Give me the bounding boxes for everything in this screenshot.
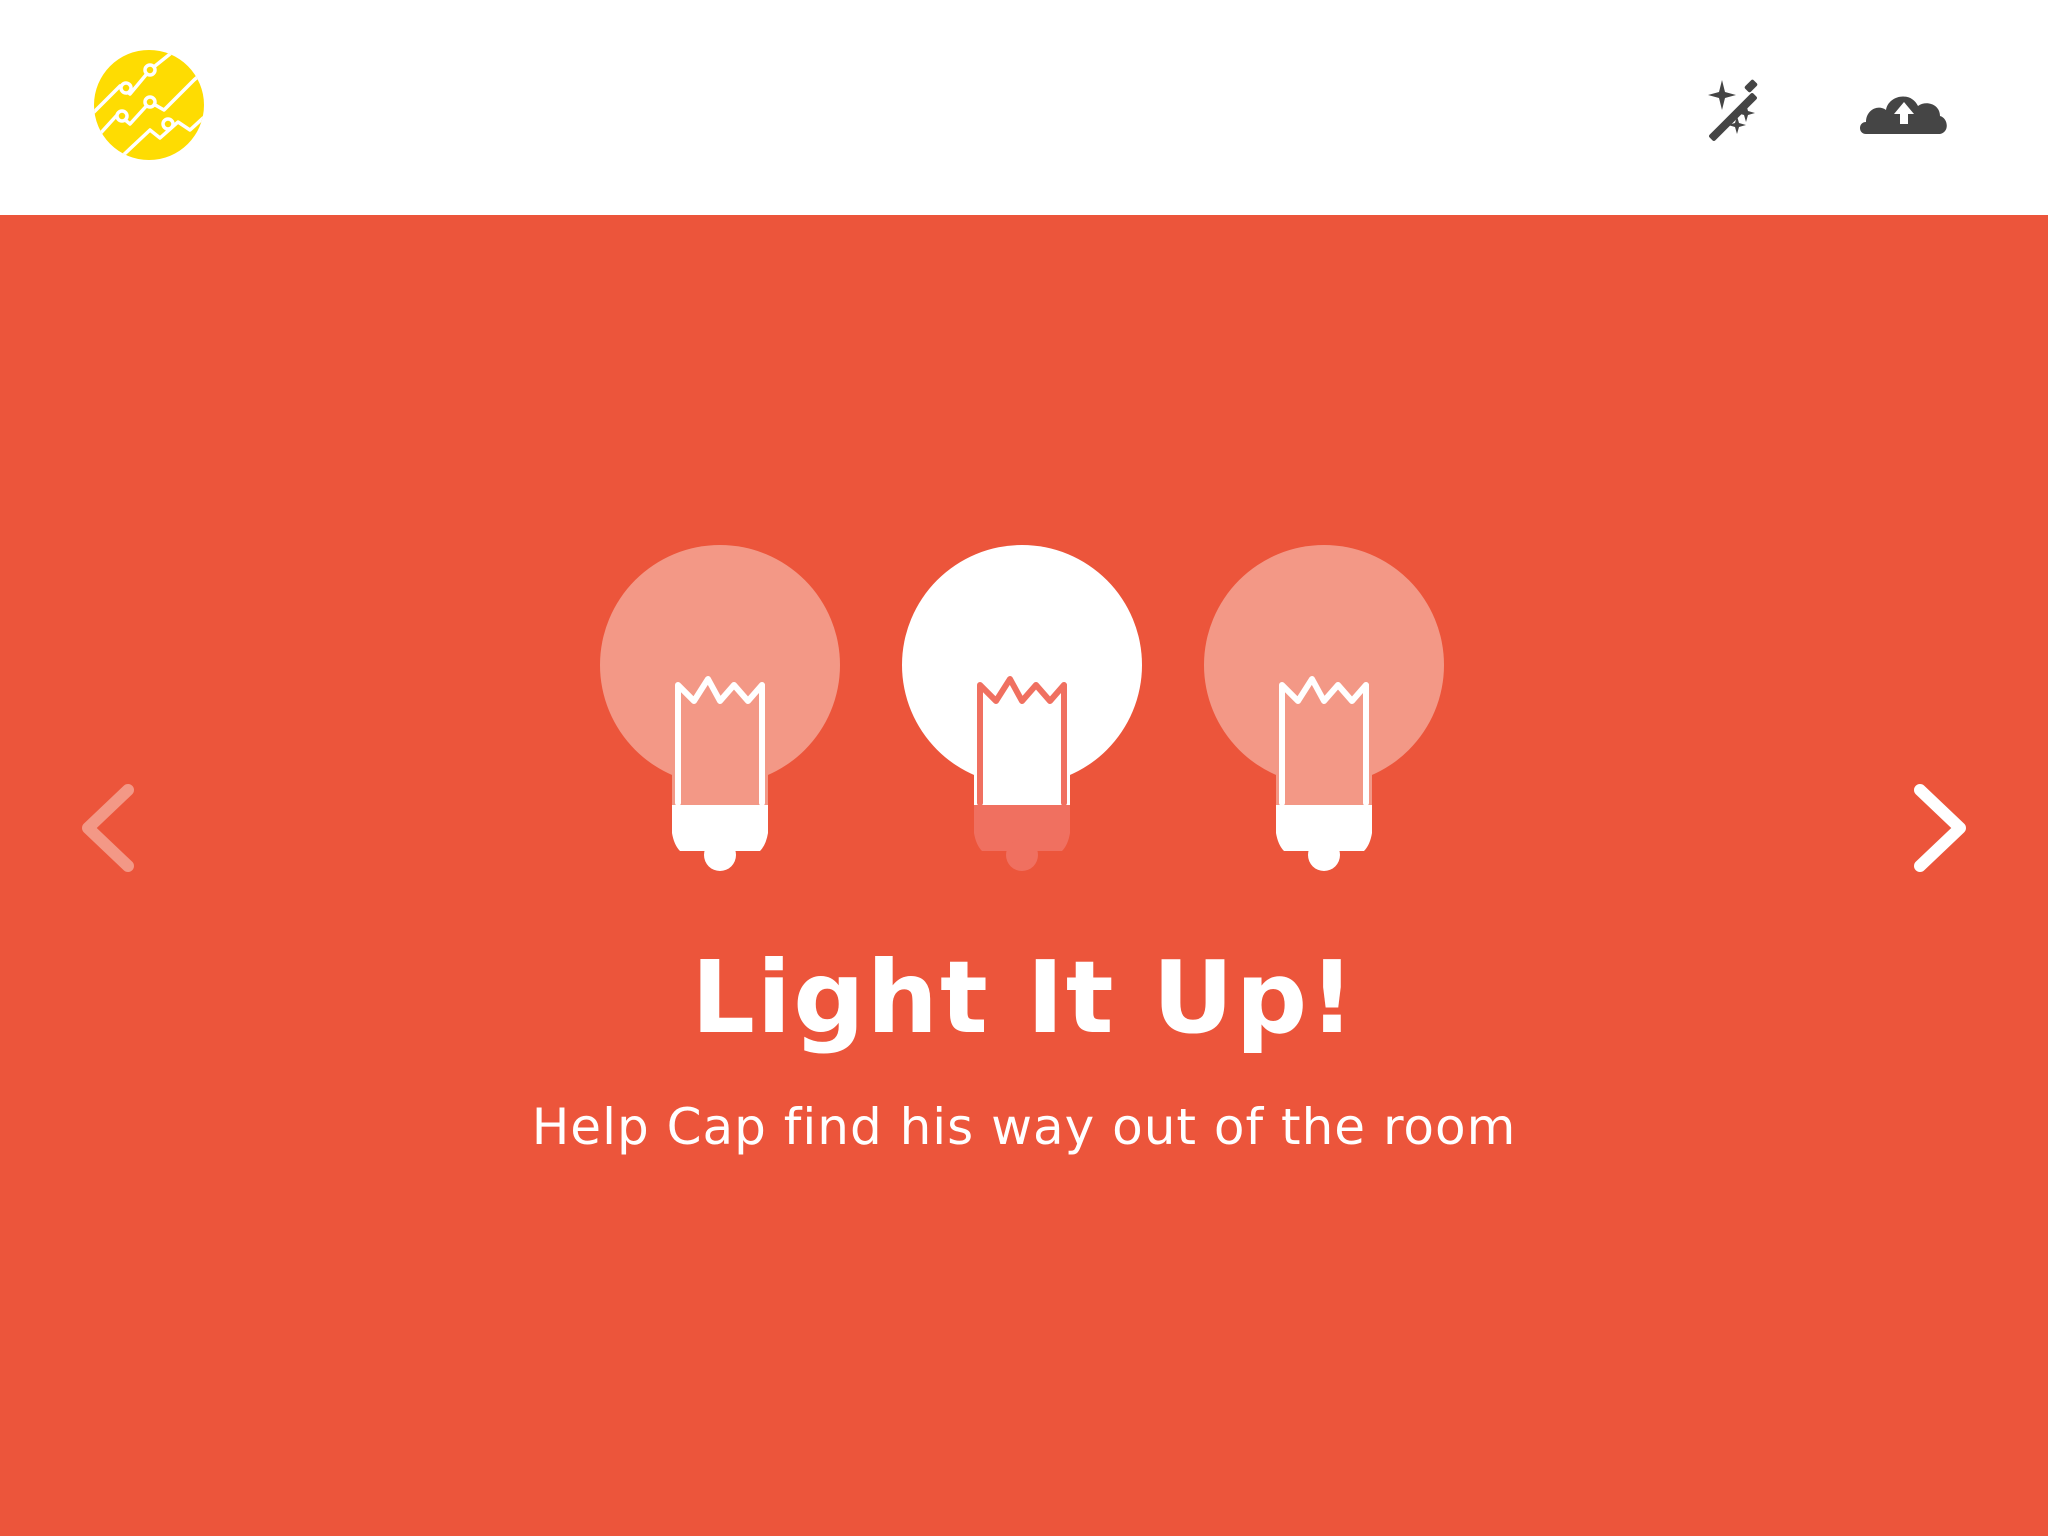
level-subtitle: Help Cap find his way out of the room (531, 1098, 1517, 1156)
light-bulb-off[interactable] (1194, 545, 1454, 885)
light-bulb-icon (600, 545, 840, 871)
top-bar (0, 0, 2048, 215)
cloud-upload-button[interactable] (1856, 74, 1952, 144)
level-stage: Light It Up! Help Cap find his way out o… (0, 215, 2048, 1536)
cloud-upload-icon (1860, 96, 1947, 134)
chevron-right-icon (1914, 784, 1966, 872)
magic-button[interactable] (1700, 74, 1770, 144)
level-title: Light It Up! (691, 939, 1357, 1056)
light-bulb-icon (1204, 545, 1444, 871)
next-level-button[interactable] (1902, 780, 1974, 876)
previous-level-button[interactable] (74, 780, 146, 876)
circuit-graph-logo-icon (94, 50, 204, 160)
light-bulb-on[interactable] (892, 545, 1152, 885)
light-bulb-icon (902, 545, 1142, 871)
app-logo (94, 50, 204, 160)
chevron-left-icon (82, 784, 134, 872)
magic-wand-icon (1708, 79, 1758, 141)
light-bulb-off[interactable] (590, 545, 850, 885)
bulb-row (590, 545, 1460, 885)
